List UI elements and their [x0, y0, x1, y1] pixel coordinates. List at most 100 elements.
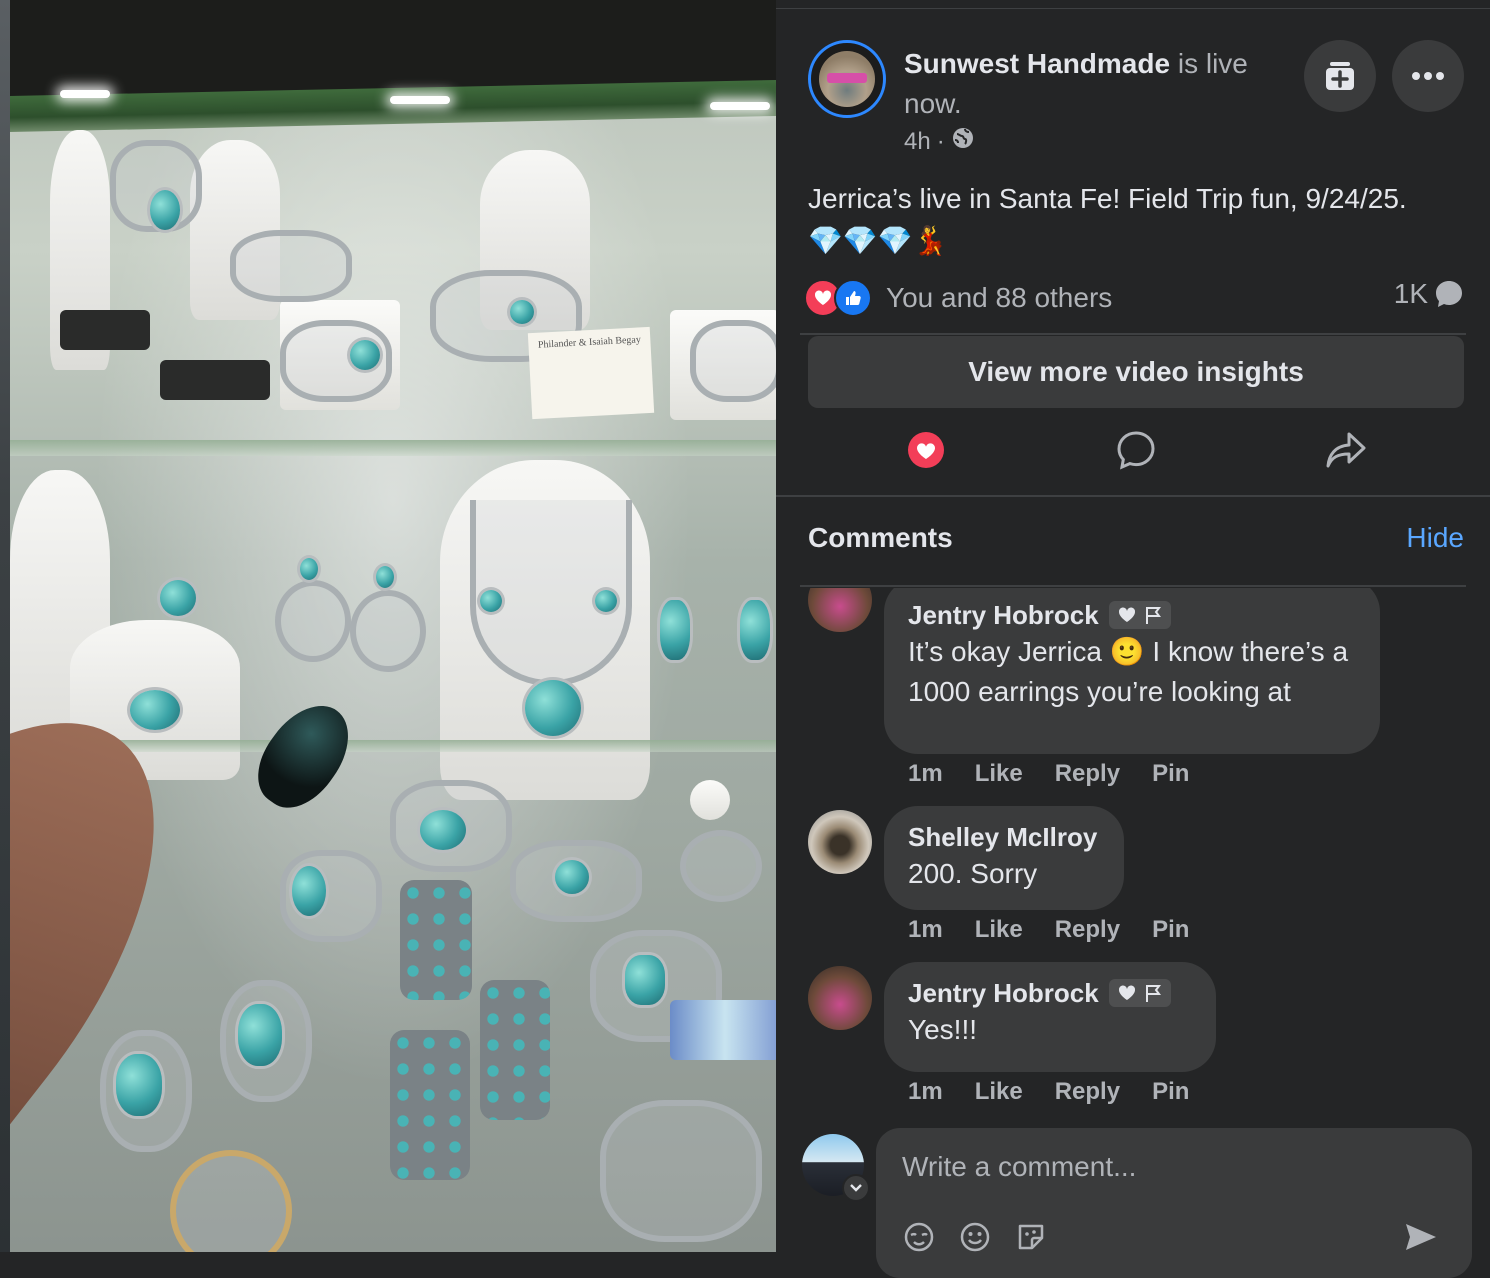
comments-count-number: 1K — [1393, 278, 1428, 309]
live-video[interactable]: Philander & Isaiah Begay — [10, 0, 776, 1252]
comments-list[interactable]: Jentry Hobrock It’s okay Jerrica 🙂 I kno… — [776, 588, 1490, 1128]
turquoise-stone — [510, 300, 534, 324]
avatar-logo — [827, 73, 867, 83]
comment-icon — [1117, 431, 1155, 470]
turquoise-earring — [740, 600, 770, 660]
display-block — [60, 310, 150, 350]
reply-link[interactable]: Reply — [1055, 916, 1120, 944]
turquoise-stone — [350, 340, 380, 370]
comment-author[interactable]: Jentry Hobrock — [908, 598, 1356, 632]
sticker-button[interactable] — [1014, 1220, 1048, 1254]
author-name[interactable]: Jentry Hobrock — [908, 598, 1099, 632]
comments-heading: Comments — [808, 522, 953, 553]
case-light — [60, 90, 110, 98]
opal-inlay-piece — [670, 1000, 776, 1060]
turquoise-stone — [116, 1054, 162, 1116]
reply-link[interactable]: Reply — [1055, 1078, 1120, 1106]
turquoise-stone — [160, 580, 196, 616]
emoji-icon — [960, 1222, 990, 1252]
turquoise-cluster — [420, 810, 466, 850]
post-meta: 4h · — [904, 126, 975, 157]
send-icon — [1406, 1224, 1436, 1250]
flag-icon — [1145, 607, 1161, 624]
emoji-button[interactable] — [958, 1220, 992, 1254]
save-icon — [1326, 62, 1354, 90]
silver-pendant — [680, 830, 762, 902]
comment-text: 200. Sorry — [908, 858, 1038, 889]
badges — [1108, 979, 1171, 1007]
turquoise-pendant — [400, 880, 472, 1000]
reactions-text[interactable]: You and 88 others — [886, 282, 1112, 314]
reactions-bar[interactable]: You and 88 others 1K — [804, 278, 1464, 318]
comments-count[interactable]: 1K — [1394, 278, 1464, 310]
artist-sign: Philander & Isaiah Begay — [527, 326, 655, 420]
avatar-sticker-button[interactable] — [902, 1220, 936, 1254]
comment-author[interactable]: Shelley McIlroy — [908, 820, 1100, 854]
view-insights-button[interactable]: View more video insights — [808, 336, 1464, 408]
inlay-pendant — [170, 1150, 292, 1252]
comment-bubble: Shelley McIlroy 200. Sorry — [884, 806, 1124, 910]
turquoise-stone — [238, 1004, 282, 1066]
send-button[interactable] — [1404, 1220, 1438, 1254]
share-button[interactable] — [1324, 428, 1368, 472]
commenter-avatar[interactable] — [808, 966, 872, 1030]
commenter-avatar[interactable] — [808, 588, 872, 632]
author-name[interactable]: Shelley McIlroy — [908, 820, 1097, 854]
comment-time[interactable]: 1m — [908, 916, 943, 944]
pin-link[interactable]: Pin — [1152, 760, 1189, 788]
comment-button[interactable] — [1114, 428, 1158, 472]
glass-shelf — [10, 440, 776, 456]
caption-text: Jerrica’s live in Santa Fe! Field Trip f… — [808, 183, 1407, 214]
like-link[interactable]: Like — [975, 760, 1023, 788]
display-block — [160, 360, 270, 400]
sticker-icon — [1018, 1224, 1044, 1250]
earring-hoop — [350, 590, 426, 672]
avatar-sticker-icon — [904, 1222, 934, 1252]
page-name-link[interactable]: Sunwest Handmade — [904, 48, 1170, 79]
pin-link[interactable]: Pin — [1152, 1078, 1189, 1106]
top-fan-icon — [1118, 985, 1135, 1000]
comment-author[interactable]: Jentry Hobrock — [908, 976, 1192, 1010]
comment-text: It’s okay Jerrica 🙂 I know there’s a 100… — [908, 632, 1356, 712]
earring-hoop — [275, 580, 351, 662]
more-options-button[interactable] — [1392, 40, 1464, 112]
reply-link[interactable]: Reply — [1055, 760, 1120, 788]
divider — [776, 495, 1490, 497]
case-light — [390, 96, 450, 104]
turquoise-stone — [625, 955, 665, 1005]
top-fan-icon — [1118, 607, 1135, 622]
turquoise-earring — [660, 600, 690, 660]
divider — [800, 333, 1466, 335]
love-button[interactable] — [904, 428, 948, 472]
like-link[interactable]: Like — [975, 916, 1023, 944]
like-reaction-icon — [834, 279, 872, 317]
comment-composer — [876, 1128, 1472, 1278]
comment-text-part: It’s okay Jerrica — [908, 636, 1110, 667]
case-light — [710, 102, 770, 110]
hide-comments-link[interactable]: Hide — [1406, 522, 1464, 554]
turquoise-ring-stone — [130, 690, 180, 730]
comment-time[interactable]: 1m — [908, 760, 943, 788]
turquoise-cluster — [525, 680, 581, 736]
globe-icon — [951, 126, 975, 157]
post-time[interactable]: 4h — [904, 128, 931, 156]
smile-emoji: 🙂 — [1109, 636, 1145, 667]
author-name[interactable]: Jentry Hobrock — [908, 976, 1099, 1010]
turquoise-stone — [300, 558, 318, 580]
comment-bubble: Jentry Hobrock It’s okay Jerrica 🙂 I kno… — [884, 588, 1380, 754]
divider — [800, 585, 1466, 587]
pin-link[interactable]: Pin — [1152, 916, 1189, 944]
comment-actions: 1m Like Reply Pin — [908, 760, 1189, 788]
commenter-avatar[interactable] — [808, 810, 872, 874]
turquoise-stone — [150, 190, 180, 230]
like-link[interactable]: Like — [975, 1078, 1023, 1106]
silver-cuff — [600, 1100, 762, 1242]
comment-time[interactable]: 1m — [908, 1078, 943, 1106]
chevron-down-icon[interactable] — [842, 1174, 870, 1202]
save-video-button[interactable] — [1304, 40, 1376, 112]
share-icon — [1326, 432, 1366, 468]
fingernail — [241, 689, 367, 823]
comment-input[interactable] — [900, 1146, 1424, 1188]
silver-cuff — [690, 320, 776, 402]
page-avatar[interactable] — [808, 40, 886, 118]
